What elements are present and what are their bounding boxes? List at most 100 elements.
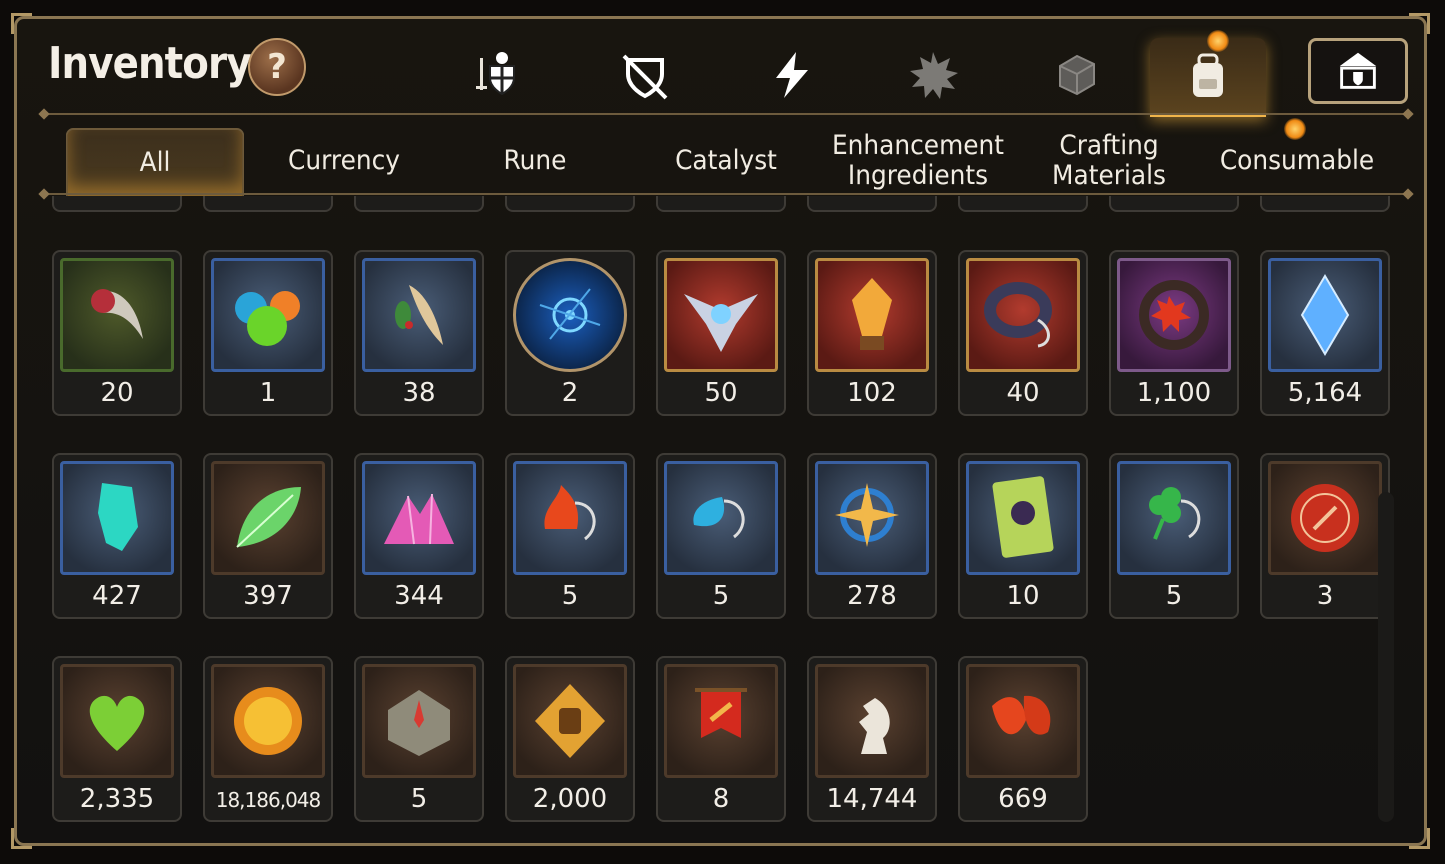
item-grid[interactable]: 20 1 38 2 50 102 40 1,100 5,164 427 397 … — [40, 196, 1390, 832]
green-leaf-icon — [211, 461, 325, 575]
tab-equipment[interactable] — [444, 40, 554, 110]
help-button[interactable]: ? — [248, 38, 306, 96]
frame-corner — [11, 13, 32, 34]
item-count: 102 — [847, 378, 897, 408]
item-tile[interactable]: 669 — [958, 656, 1088, 822]
golden-crystal-icon — [815, 258, 929, 372]
item-tile[interactable]: 1,100 — [1109, 250, 1239, 416]
tab-enhancement-ingredients[interactable]: Enhancement Ingredients — [832, 128, 1004, 194]
item-tile[interactable]: 397 — [203, 453, 333, 619]
guild-hall-button[interactable] — [1308, 38, 1408, 104]
item-tile[interactable]: 2,335 — [52, 656, 182, 822]
item-tile[interactable]: 344 — [354, 453, 484, 619]
tab-unequipped[interactable] — [590, 40, 700, 110]
item-count: 344 — [394, 581, 444, 611]
scrollbar[interactable] — [1378, 492, 1394, 822]
tab-inventory[interactable] — [1150, 38, 1266, 117]
card-icon — [966, 461, 1080, 575]
fist-emblem-icon — [513, 664, 627, 778]
item-count: 5,164 — [1287, 378, 1363, 408]
tab-all[interactable]: All — [65, 128, 245, 196]
blue-crystal-icon — [1268, 258, 1382, 372]
item-count: 8 — [712, 784, 730, 814]
item-tile[interactable] — [807, 196, 937, 212]
item-tile[interactable] — [505, 196, 635, 212]
red-flower-amulet-icon — [1117, 258, 1231, 372]
notification-dot — [1207, 30, 1229, 52]
item-tile[interactable]: 5 — [354, 656, 484, 822]
red-seal-badge-icon — [1268, 461, 1382, 575]
tab-artifacts[interactable] — [736, 40, 846, 110]
item-count: 5 — [561, 581, 579, 611]
claw-icon — [60, 258, 174, 372]
green-heart-icon — [60, 664, 174, 778]
clover-pendant-icon — [1117, 461, 1231, 575]
crossed-shield-icon — [622, 54, 668, 100]
item-count: 669 — [998, 784, 1048, 814]
tab-splatter[interactable] — [878, 40, 988, 110]
chess-knight-icon — [815, 664, 929, 778]
item-tile[interactable] — [1109, 196, 1239, 212]
item-tile[interactable] — [656, 196, 786, 212]
item-tile[interactable] — [354, 196, 484, 212]
item-tile[interactable]: 3 — [1260, 453, 1390, 619]
item-count: 1 — [259, 378, 277, 408]
sword-shield-icon — [476, 52, 515, 96]
item-tile[interactable]: 50 — [656, 250, 786, 416]
frame-corner — [1409, 828, 1430, 849]
header-divider — [44, 113, 1408, 115]
item-count: 38 — [402, 378, 436, 408]
red-banner-icon — [664, 664, 778, 778]
item-count: 397 — [243, 581, 293, 611]
tab-catalyst[interactable]: Catalyst — [662, 128, 791, 194]
teal-crystal-icon — [60, 461, 174, 575]
item-tile[interactable] — [958, 196, 1088, 212]
tab-cube[interactable] — [1022, 40, 1132, 110]
item-count: 50 — [704, 378, 738, 408]
item-count: 2,000 — [532, 784, 608, 814]
item-count: 427 — [92, 581, 142, 611]
item-tile[interactable]: 40 — [958, 250, 1088, 416]
dark-ring-icon — [966, 258, 1080, 372]
item-tile[interactable] — [203, 196, 333, 212]
item-tile[interactable]: 5 — [505, 453, 635, 619]
item-count: 5 — [712, 581, 730, 611]
item-count: 5 — [1165, 581, 1183, 611]
item-tile[interactable]: 8 — [656, 656, 786, 822]
item-tile[interactable]: 427 — [52, 453, 182, 619]
item-tile[interactable]: 1 — [203, 250, 333, 416]
frame-corner — [1409, 13, 1430, 34]
tab-rune[interactable]: Rune — [475, 128, 595, 194]
item-count: 14,744 — [826, 784, 918, 814]
item-tile[interactable]: 102 — [807, 250, 937, 416]
item-tile[interactable]: 2,000 — [505, 656, 635, 822]
item-count: 10 — [1006, 581, 1040, 611]
backpack-icon — [1193, 53, 1223, 97]
item-tile[interactable]: 5 — [656, 453, 786, 619]
item-tile[interactable]: 5,164 — [1260, 250, 1390, 416]
item-tile[interactable]: 38 — [354, 250, 484, 416]
item-tile[interactable]: 14,744 — [807, 656, 937, 822]
water-pendant-icon — [664, 461, 778, 575]
item-count: 20 — [100, 378, 134, 408]
notification-dot — [1284, 118, 1306, 140]
herb-root-icon — [362, 258, 476, 372]
fire-pendant-icon — [513, 461, 627, 575]
item-tile[interactable]: 278 — [807, 453, 937, 619]
rune-disc-icon — [513, 258, 627, 372]
item-tile[interactable]: 5 — [1109, 453, 1239, 619]
tab-currency[interactable]: Currency — [274, 128, 414, 194]
gold-coin-icon — [211, 664, 325, 778]
guild-hall-icon — [1339, 52, 1377, 89]
item-tile[interactable]: 18,186,048 — [203, 656, 333, 822]
item-tile[interactable] — [1260, 196, 1390, 212]
item-tile[interactable]: 10 — [958, 453, 1088, 619]
tab-crafting-materials[interactable]: Crafting Materials — [1040, 128, 1178, 194]
item-count: 3 — [1316, 581, 1334, 611]
item-count: 2,335 — [79, 784, 155, 814]
item-tile[interactable] — [52, 196, 182, 212]
item-tile[interactable]: 2 — [505, 250, 635, 416]
autumn-leaf-icon — [966, 664, 1080, 778]
item-tile[interactable]: 20 — [52, 250, 182, 416]
cube-icon — [1059, 54, 1095, 96]
